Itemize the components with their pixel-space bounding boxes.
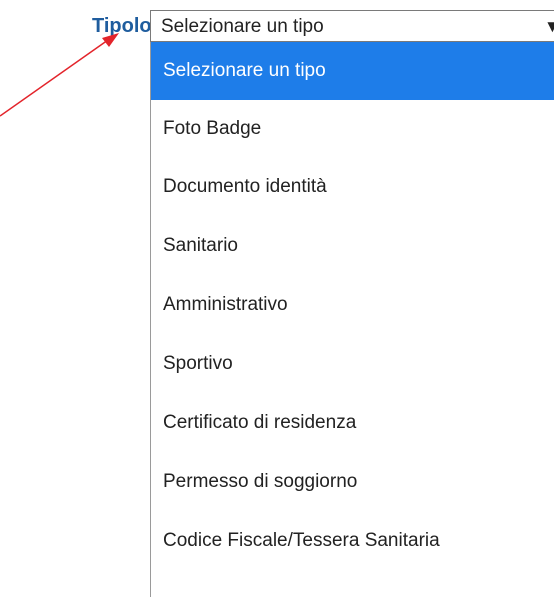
annotation-arrow-line xyxy=(0,39,109,117)
annotation-arrow-head xyxy=(102,33,119,47)
red-annotation-arrow-icon xyxy=(0,33,119,117)
screenshot-stage: Tipologia: Selezionare un tipo ▼ Selezio… xyxy=(0,0,554,597)
